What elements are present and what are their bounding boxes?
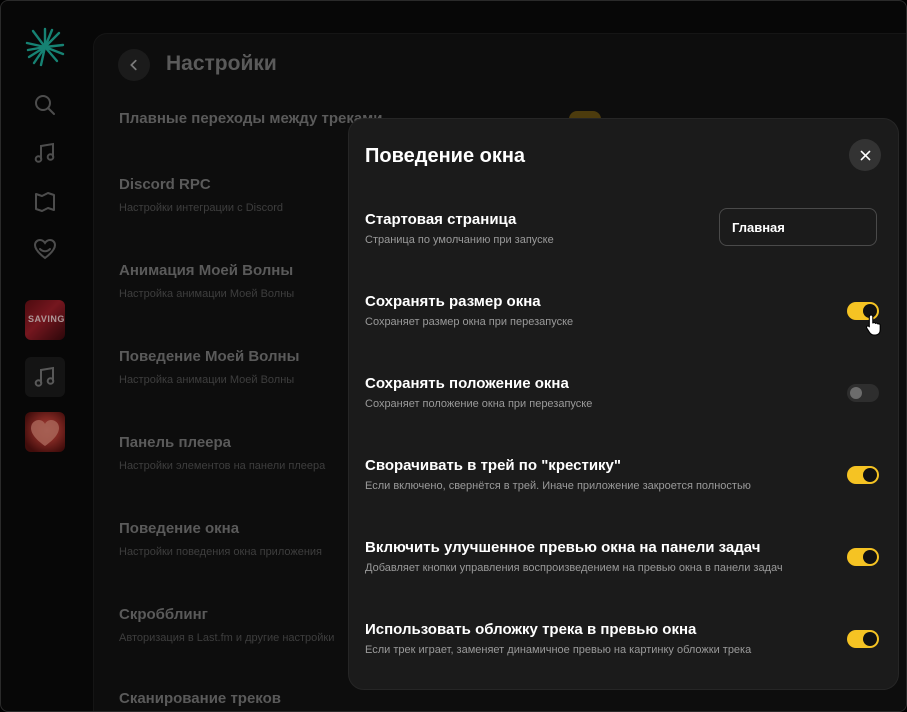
cover-preview-toggle[interactable] xyxy=(847,630,879,648)
minimize-to-tray-toggle[interactable] xyxy=(847,466,879,484)
row-desc: Если трек играет, заменяет динамичное пр… xyxy=(365,644,752,656)
save-position-row: Сохранять положение окна Сохраняет полож… xyxy=(365,375,885,410)
close-button[interactable] xyxy=(849,139,881,171)
taskbar-preview-row: Включить улучшенное превью окна на панел… xyxy=(365,539,885,574)
row-desc: Если включено, свернётся в трей. Иначе п… xyxy=(365,480,751,492)
start-page-select[interactable]: Главная xyxy=(719,208,877,246)
close-icon xyxy=(860,150,870,160)
cover-preview-row: Использовать обложку трека в превью окна… xyxy=(365,621,885,656)
app-window: SAVING Настройки Плавные переходы между … xyxy=(0,0,907,712)
toggle-knob xyxy=(863,468,877,482)
row-label: Сохранять положение окна xyxy=(365,375,569,392)
row-label: Сохранять размер окна xyxy=(365,293,541,310)
row-label: Сворачивать в трей по "крестику" xyxy=(365,457,621,474)
hand-cursor-icon xyxy=(865,314,881,336)
save-size-row: Сохранять размер окна Сохраняет размер о… xyxy=(365,293,885,328)
modal-title: Поведение окна xyxy=(365,145,526,167)
toggle-knob xyxy=(863,550,877,564)
row-label: Использовать обложку трека в превью окна xyxy=(365,621,697,638)
row-label: Включить улучшенное превью окна на панел… xyxy=(365,539,761,556)
window-behavior-modal: Поведение окна Стартовая страница Страни… xyxy=(348,118,899,690)
save-position-toggle[interactable] xyxy=(847,384,879,402)
minimize-to-tray-row: Сворачивать в трей по "крестику" Если вк… xyxy=(365,457,885,492)
toggle-knob xyxy=(863,632,877,646)
row-desc: Сохраняет положение окна при перезапуске xyxy=(365,398,593,410)
toggle-knob xyxy=(850,387,862,399)
taskbar-preview-toggle[interactable] xyxy=(847,548,879,566)
row-desc: Сохраняет размер окна при перезапуске xyxy=(365,316,574,328)
row-desc: Добавляет кнопки управления воспроизведе… xyxy=(365,562,783,574)
